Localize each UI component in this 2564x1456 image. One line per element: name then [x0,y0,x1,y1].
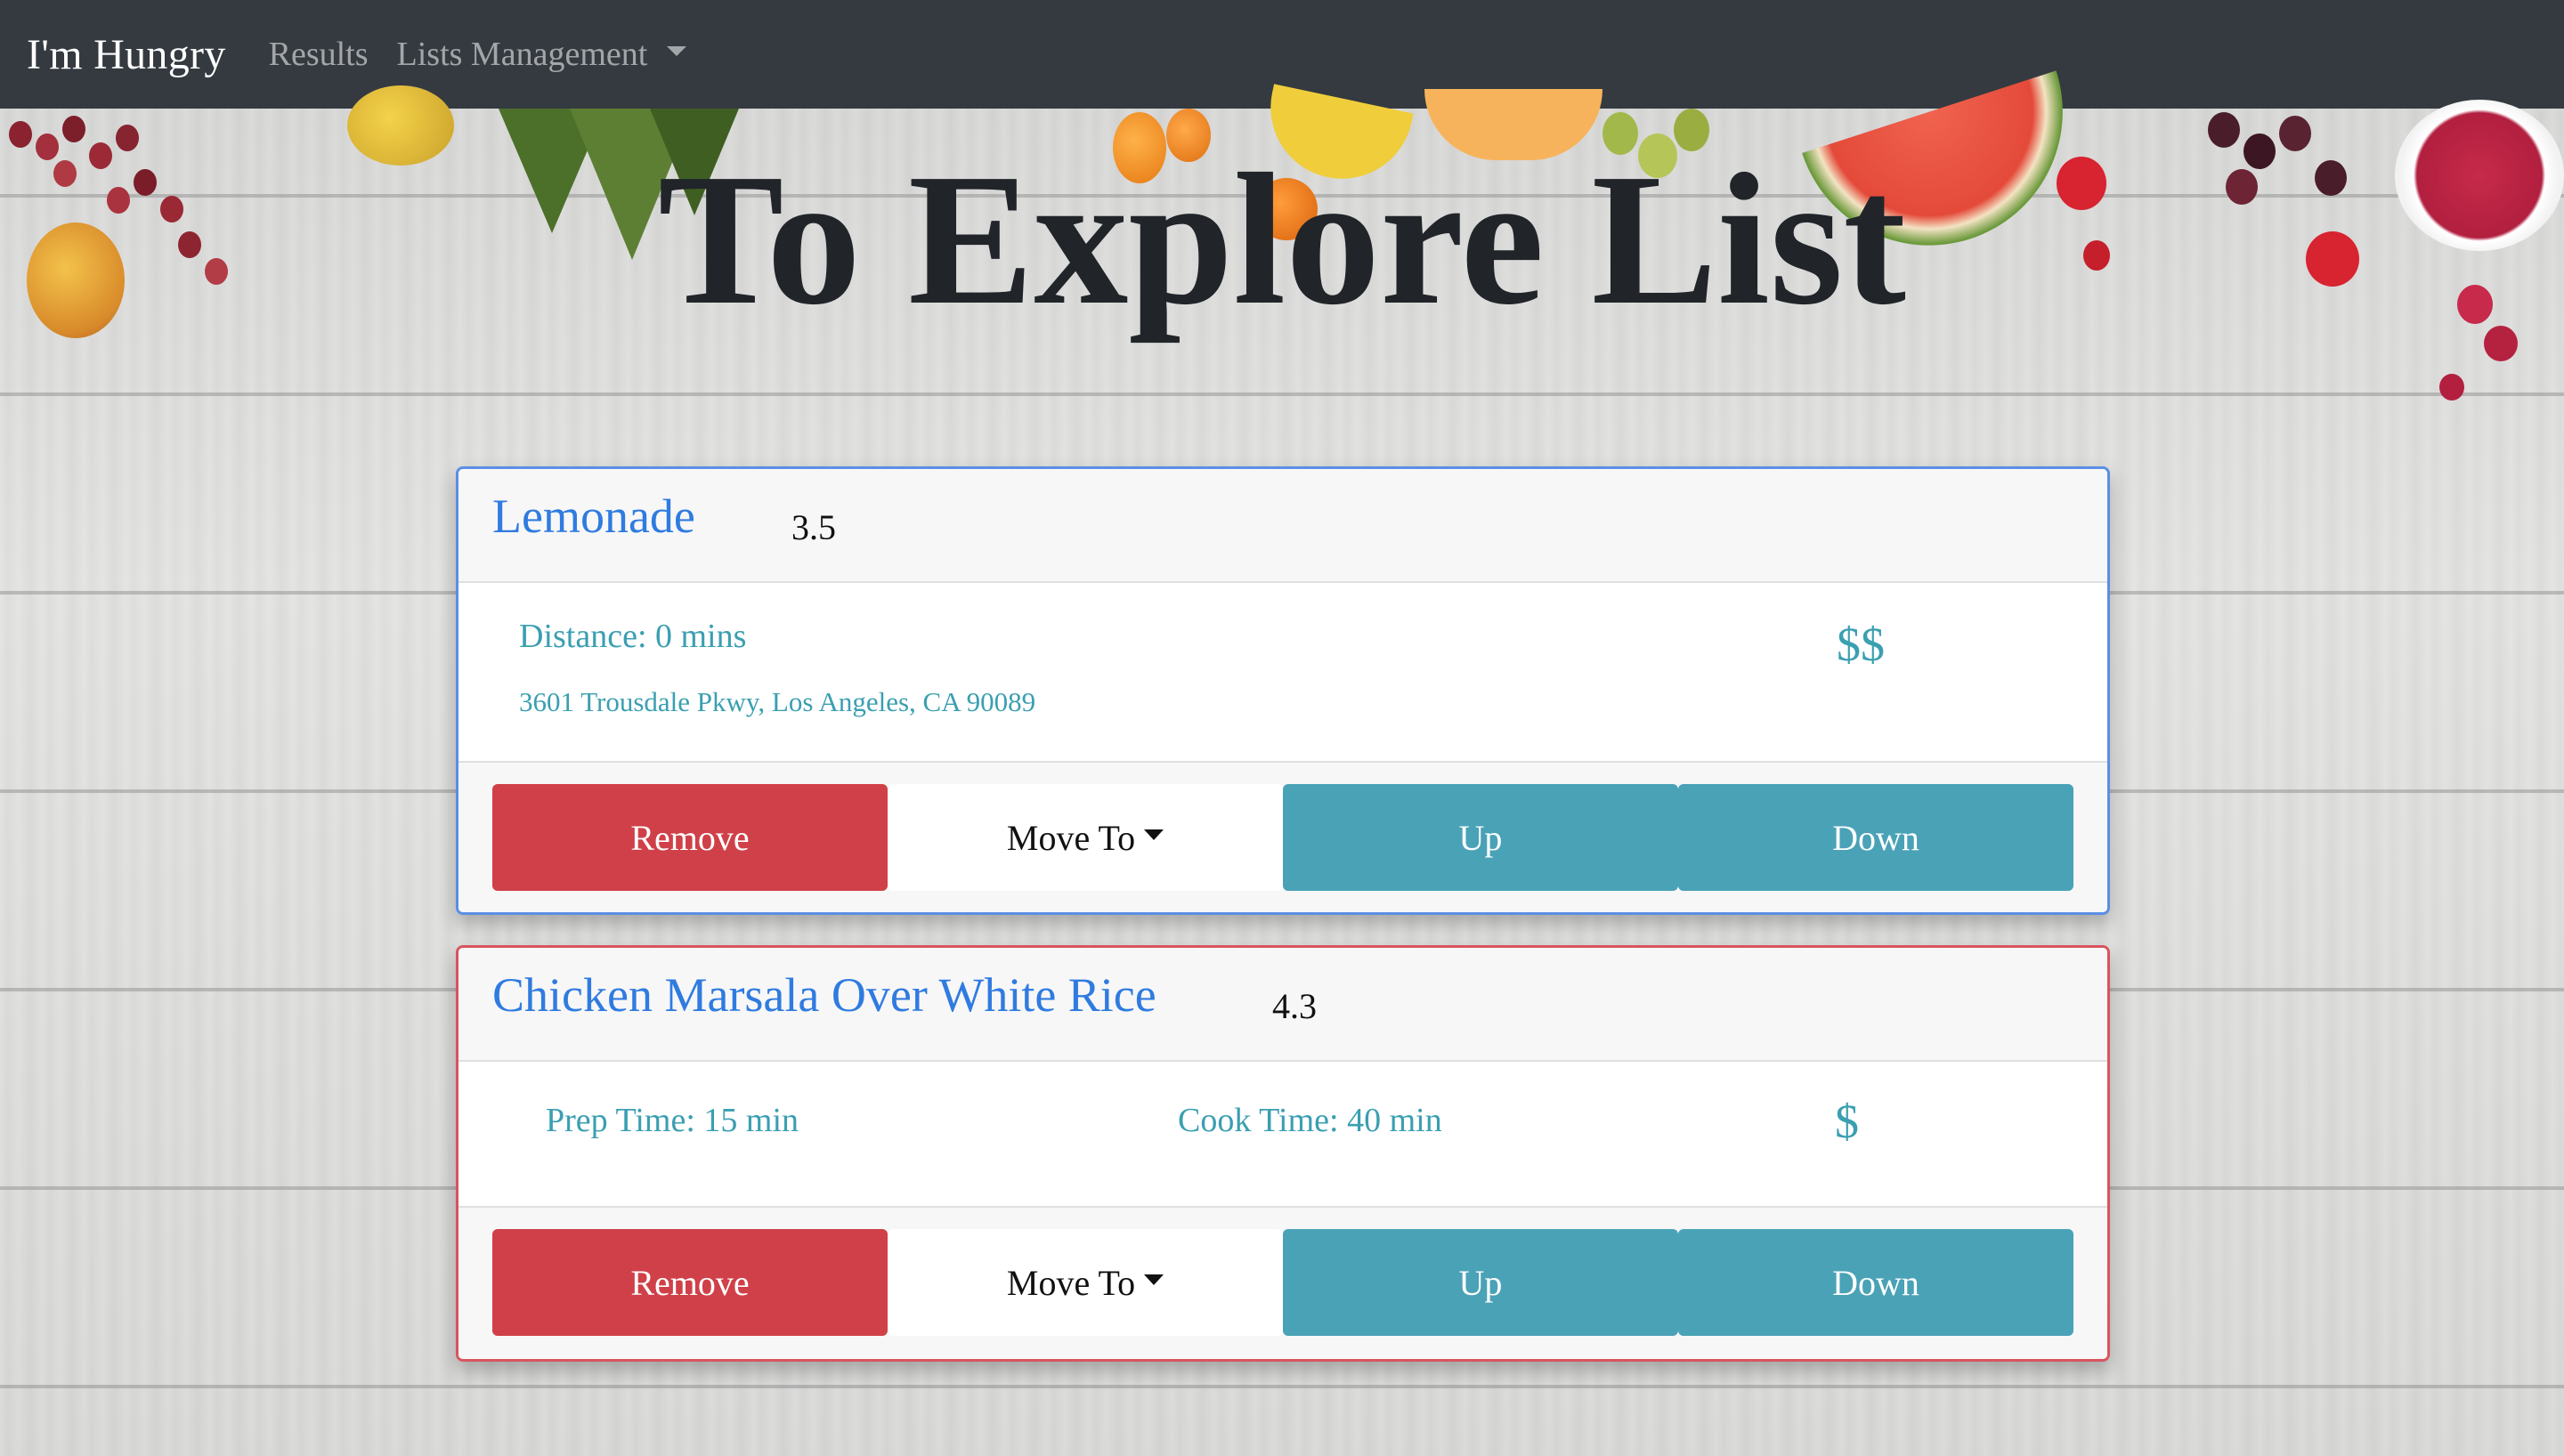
distance-text: Distance: 0 mins [519,618,747,655]
item-rating: 3.5 [791,507,836,547]
cook-time-text: Cook Time: 40 min [1178,1102,1442,1139]
chevron-down-icon [1144,1274,1164,1285]
chevron-down-icon [1144,829,1164,840]
move-to-label: Move To [1006,1262,1136,1303]
down-button[interactable]: Down [1678,784,2073,891]
item-rating: 4.3 [1272,986,1317,1026]
card-header: Chicken Marsala Over White Rice 4.3 [458,948,2107,1062]
recipe-card: Chicken Marsala Over White Rice 4.3 Prep… [456,945,2110,1362]
price-level: $ [1835,1095,1859,1148]
card-header: Lemonade 3.5 [458,469,2107,583]
card-body: Distance: 0 mins 3601 Trousdale Pkwy, Lo… [458,583,2107,763]
nav-lists-management-dropdown[interactable]: Lists Management [397,35,687,74]
item-name-link[interactable]: Lemonade [492,489,695,544]
chevron-down-icon [667,45,687,56]
price-level: $$ [1837,618,1885,671]
remove-button[interactable]: Remove [492,1229,888,1336]
item-name-link[interactable]: Chicken Marsala Over White Rice [492,967,1156,1023]
down-button[interactable]: Down [1678,1229,2073,1336]
prep-time-text: Prep Time: 15 min [546,1102,799,1139]
card-body: Prep Time: 15 min Cook Time: 40 min $ [458,1062,2107,1208]
up-button[interactable]: Up [1283,1229,1678,1336]
restaurant-card: Lemonade 3.5 Distance: 0 mins 3601 Trous… [456,466,2110,915]
card-actions: Remove Move To Up Down [458,763,2107,912]
nav-lists-management-label: Lists Management [396,36,648,73]
brand-link[interactable]: I'm Hungry [27,30,226,79]
remove-button[interactable]: Remove [492,784,888,891]
up-button[interactable]: Up [1283,784,1678,891]
move-to-dropdown-button[interactable]: Move To [888,1229,1283,1336]
move-to-dropdown-button[interactable]: Move To [888,784,1283,891]
card-actions: Remove Move To Up Down [458,1208,2107,1359]
address-text: 3601 Trousdale Pkwy, Los Angeles, CA 900… [519,686,1036,717]
nav-results-link[interactable]: Results [269,35,369,74]
move-to-label: Move To [1006,817,1136,858]
page-title: To Explore List [658,134,1906,344]
